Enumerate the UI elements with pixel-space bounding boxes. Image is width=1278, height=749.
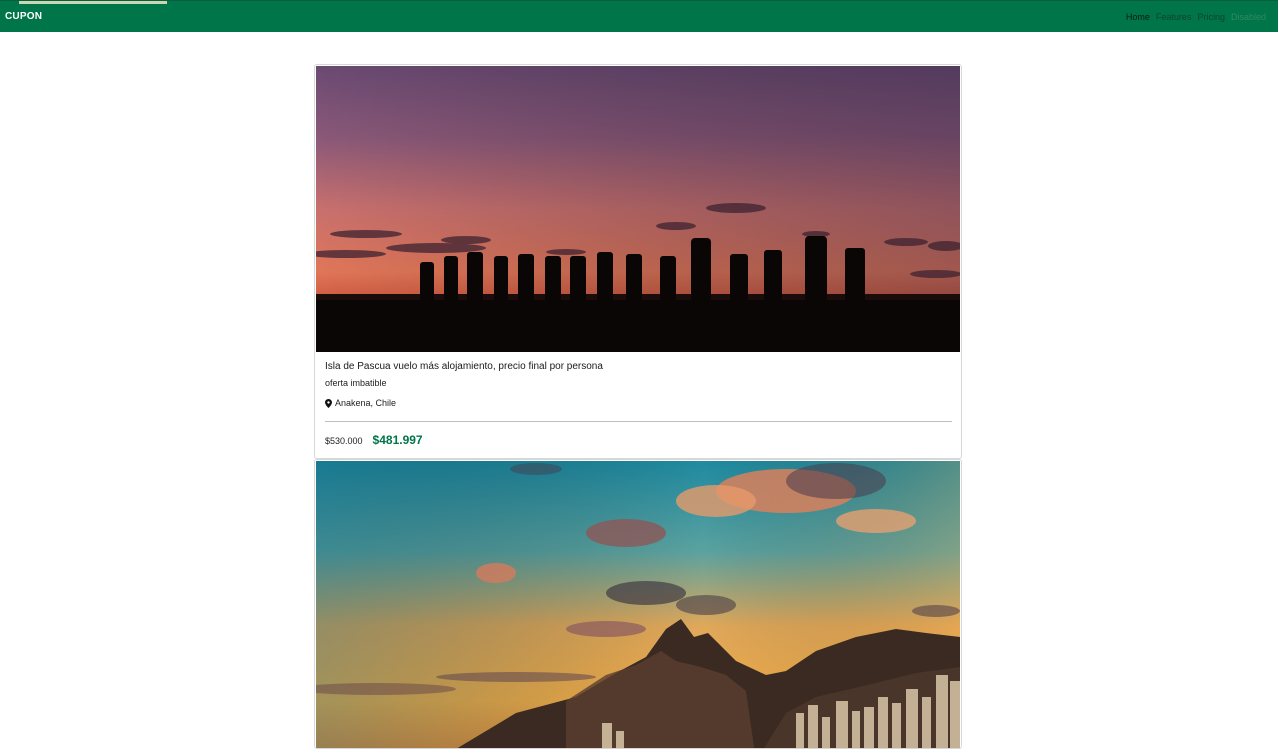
nav-links: Home Features Pricing Disabled: [1126, 12, 1266, 22]
mountain-sunset-image: [316, 461, 960, 748]
offer-divider: [325, 421, 952, 422]
top-navbar: CUPON Home Features Pricing Disabled: [0, 0, 1278, 32]
moai-sunset-image: [316, 66, 960, 352]
nav-link-features[interactable]: Features: [1156, 12, 1192, 22]
offer-details: Isla de Pascua vuelo más alojamiento, pr…: [325, 361, 953, 447]
offer-card[interactable]: Isla de Pascua vuelo más alojamiento, pr…: [314, 64, 962, 459]
offer-card[interactable]: [314, 459, 962, 749]
map-pin-icon: [325, 398, 332, 408]
offer-photo-mountain-sunset[interactable]: [316, 461, 960, 748]
offer-subtitle: oferta imbatible: [325, 378, 387, 388]
nav-link-home[interactable]: Home: [1126, 12, 1150, 22]
nav-link-disabled: Disabled: [1230, 12, 1266, 22]
offer-location-text: Anakena, Chile: [335, 398, 397, 408]
brand-logo-text[interactable]: CUPON: [5, 11, 42, 22]
offer-location: Anakena, Chile: [325, 398, 953, 408]
new-price: $481.997: [372, 433, 423, 447]
offer-photo-moai-sunset[interactable]: [316, 66, 960, 352]
navbar-top-highlight: [19, 1, 167, 4]
nav-link-pricing[interactable]: Pricing: [1197, 12, 1225, 22]
offer-prices: $530.000 $481.997: [325, 433, 423, 447]
offer-title[interactable]: Isla de Pascua vuelo más alojamiento, pr…: [325, 361, 953, 372]
old-price: $530.000: [325, 436, 363, 446]
